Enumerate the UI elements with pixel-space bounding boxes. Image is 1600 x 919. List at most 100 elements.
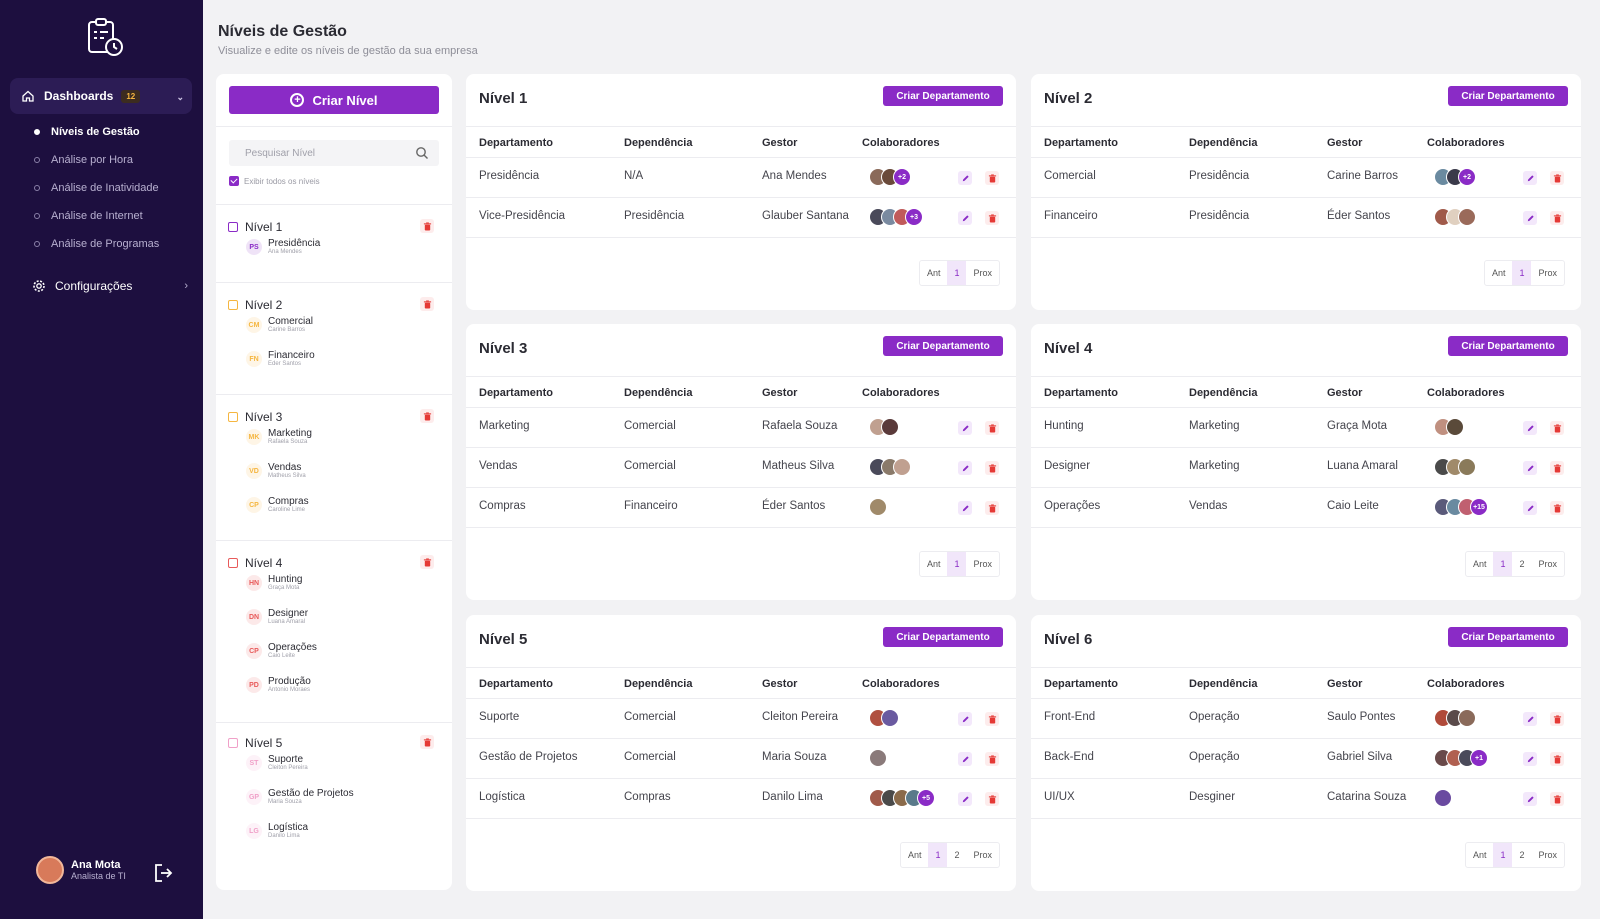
edit-button[interactable] bbox=[958, 421, 972, 435]
table-row[interactable]: Back-End Operação Gabriel Silva +1 bbox=[1031, 739, 1581, 779]
delete-button[interactable] bbox=[985, 792, 999, 806]
level-department[interactable]: ST Suporte Cleiton Pereira bbox=[246, 754, 308, 772]
level-item[interactable]: Nível 1 PS Presidência Ana Mendes bbox=[228, 219, 442, 255]
create-level-button[interactable]: + Criar Nível bbox=[229, 86, 439, 114]
level-department[interactable]: CM Comercial Carine Barros bbox=[246, 316, 313, 334]
pagination-next[interactable]: Prox bbox=[966, 552, 999, 576]
pagination-page[interactable]: 1 bbox=[947, 261, 967, 285]
collaborators-avatars[interactable] bbox=[1434, 418, 1464, 436]
collaborators-avatars[interactable] bbox=[1434, 789, 1452, 807]
collaborators-avatars[interactable] bbox=[1434, 709, 1476, 727]
pagination-page[interactable]: 1 bbox=[928, 843, 948, 867]
table-row[interactable]: Hunting Marketing Graça Mota bbox=[1031, 408, 1581, 448]
pagination-page[interactable]: 1 bbox=[1493, 843, 1513, 867]
pagination-prev[interactable]: Ant bbox=[1485, 261, 1513, 285]
table-row[interactable]: Suporte Comercial Cleiton Pereira bbox=[466, 699, 1016, 739]
delete-button[interactable] bbox=[1550, 421, 1564, 435]
edit-button[interactable] bbox=[1523, 792, 1537, 806]
table-row[interactable]: Logística Compras Danilo Lima +5 bbox=[466, 779, 1016, 819]
logout-icon[interactable] bbox=[152, 862, 174, 884]
collaborators-avatars[interactable]: +2 bbox=[1434, 168, 1476, 186]
pagination-prev[interactable]: Ant bbox=[1466, 552, 1494, 576]
table-row[interactable]: Front-End Operação Saulo Pontes bbox=[1031, 699, 1581, 739]
level-department[interactable]: DN Designer Luana Amaral bbox=[246, 608, 308, 626]
create-department-button[interactable]: Criar Departamento bbox=[883, 336, 1003, 356]
table-row[interactable]: Compras Financeiro Éder Santos bbox=[466, 488, 1016, 528]
edit-button[interactable] bbox=[958, 171, 972, 185]
table-row[interactable]: Vendas Comercial Matheus Silva bbox=[466, 448, 1016, 488]
level-checkbox[interactable] bbox=[228, 300, 238, 310]
edit-button[interactable] bbox=[1523, 501, 1537, 515]
subnav-item[interactable]: Análise de Internet bbox=[34, 202, 159, 230]
search-icon[interactable] bbox=[415, 146, 429, 160]
level-item[interactable]: Nível 3 MK Marketing Rafaela Souza VD Ve… bbox=[228, 409, 442, 513]
delete-level-button[interactable] bbox=[420, 555, 434, 569]
level-checkbox[interactable] bbox=[228, 738, 238, 748]
pagination-next[interactable]: Prox bbox=[1531, 843, 1564, 867]
edit-button[interactable] bbox=[1523, 712, 1537, 726]
delete-button[interactable] bbox=[1550, 501, 1564, 515]
delete-button[interactable] bbox=[1550, 712, 1564, 726]
edit-button[interactable] bbox=[958, 461, 972, 475]
delete-button[interactable] bbox=[1550, 792, 1564, 806]
edit-button[interactable] bbox=[1523, 752, 1537, 766]
level-department[interactable]: MK Marketing Rafaela Souza bbox=[246, 428, 312, 446]
table-row[interactable]: UI/UX Desginer Catarina Souza bbox=[1031, 779, 1581, 819]
delete-button[interactable] bbox=[1550, 171, 1564, 185]
collaborators-avatars[interactable] bbox=[869, 418, 899, 436]
delete-button[interactable] bbox=[985, 461, 999, 475]
subnav-item[interactable]: Níveis de Gestão bbox=[34, 118, 159, 146]
create-department-button[interactable]: Criar Departamento bbox=[1448, 336, 1568, 356]
nav-dashboards[interactable]: Dashboards 12 ⌄ bbox=[10, 78, 192, 114]
level-item[interactable]: Nível 4 HN Hunting Graça Mota DN Designe… bbox=[228, 555, 442, 693]
level-department[interactable]: VD Vendas Matheus Silva bbox=[246, 462, 306, 480]
collaborators-avatars[interactable]: +5 bbox=[869, 789, 935, 807]
create-department-button[interactable]: Criar Departamento bbox=[883, 627, 1003, 647]
delete-button[interactable] bbox=[985, 501, 999, 515]
delete-button[interactable] bbox=[985, 421, 999, 435]
level-department[interactable]: PS Presidência Ana Mendes bbox=[246, 238, 320, 256]
edit-button[interactable] bbox=[958, 501, 972, 515]
table-row[interactable]: Financeiro Presidência Éder Santos bbox=[1031, 198, 1581, 238]
level-item[interactable]: Nível 5 ST Suporte Cleiton Pereira GP Ge… bbox=[228, 735, 442, 839]
level-checkbox[interactable] bbox=[228, 222, 238, 232]
delete-button[interactable] bbox=[985, 752, 999, 766]
table-row[interactable]: Presidência N/A Ana Mendes +2 bbox=[466, 158, 1016, 198]
table-row[interactable]: Gestão de Projetos Comercial Maria Souza bbox=[466, 739, 1016, 779]
collaborators-avatars[interactable] bbox=[1434, 458, 1476, 476]
collaborators-avatars[interactable]: +1 bbox=[1434, 749, 1488, 767]
table-row[interactable]: Vice-Presidência Presidência Glauber San… bbox=[466, 198, 1016, 238]
pagination-page[interactable]: 1 bbox=[1493, 552, 1513, 576]
search-input[interactable] bbox=[245, 147, 405, 159]
collaborators-avatars[interactable]: +3 bbox=[869, 208, 923, 226]
nav-configuracoes[interactable]: Configurações › bbox=[32, 276, 192, 296]
pagination-prev[interactable]: Ant bbox=[920, 261, 948, 285]
edit-button[interactable] bbox=[1523, 461, 1537, 475]
edit-button[interactable] bbox=[1523, 211, 1537, 225]
edit-button[interactable] bbox=[958, 752, 972, 766]
level-checkbox[interactable] bbox=[228, 558, 238, 568]
create-department-button[interactable]: Criar Departamento bbox=[1448, 627, 1568, 647]
collaborators-avatars[interactable] bbox=[1434, 208, 1476, 226]
delete-button[interactable] bbox=[985, 171, 999, 185]
level-item[interactable]: Nível 2 CM Comercial Carine Barros FN Fi… bbox=[228, 297, 442, 367]
level-department[interactable]: CP Operações Caio Leite bbox=[246, 642, 317, 660]
subnav-item[interactable]: Análise de Inatividade bbox=[34, 174, 159, 202]
pagination-prev[interactable]: Ant bbox=[920, 552, 948, 576]
edit-button[interactable] bbox=[958, 792, 972, 806]
pagination-next[interactable]: Prox bbox=[966, 261, 999, 285]
level-department[interactable]: LG Logística Danilo Lima bbox=[246, 822, 308, 840]
edit-button[interactable] bbox=[1523, 421, 1537, 435]
collaborators-avatars[interactable] bbox=[869, 749, 887, 767]
pagination-page[interactable]: 1 bbox=[947, 552, 967, 576]
delete-level-button[interactable] bbox=[420, 735, 434, 749]
level-checkbox[interactable] bbox=[228, 412, 238, 422]
level-department[interactable]: FN Financeiro Eder Santos bbox=[246, 350, 315, 368]
collaborators-avatars[interactable] bbox=[869, 709, 899, 727]
table-row[interactable]: Marketing Comercial Rafaela Souza bbox=[466, 408, 1016, 448]
collaborators-avatars[interactable] bbox=[869, 458, 911, 476]
delete-button[interactable] bbox=[1550, 461, 1564, 475]
pagination-next[interactable]: Prox bbox=[1531, 552, 1564, 576]
table-row[interactable]: Comercial Presidência Carine Barros +2 bbox=[1031, 158, 1581, 198]
pagination-next[interactable]: Prox bbox=[966, 843, 999, 867]
